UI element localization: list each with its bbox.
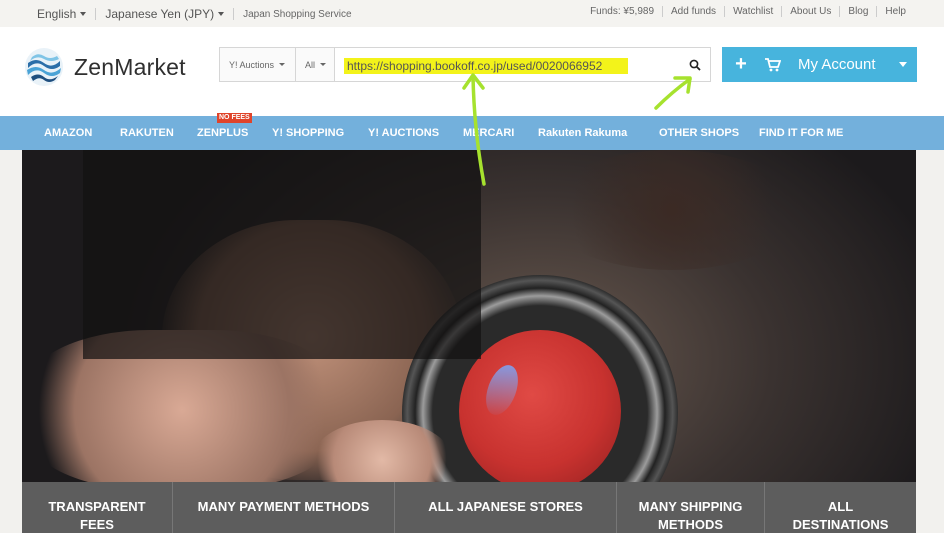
header: ZenMarket Y! Auctions All https://shoppi… xyxy=(0,27,944,116)
search-filter-select[interactable]: All xyxy=(296,48,335,81)
caret-down-icon xyxy=(218,12,225,16)
nav-item-y-auctions[interactable]: Y! AUCTIONS xyxy=(368,127,439,139)
main-nav: NO FEES AMAZON RAKUTEN ZENPLUS Y! SHOPPI… xyxy=(0,113,944,150)
features-bar: TRANSPARENT FEES MANY PAYMENT METHODS AL… xyxy=(22,482,916,533)
add-funds-link[interactable]: Add funds xyxy=(663,6,726,17)
funds-link[interactable]: Funds: ¥5,989 xyxy=(582,6,664,17)
nav-item-y-shopping[interactable]: Y! SHOPPING xyxy=(272,127,344,139)
lens-glass xyxy=(459,330,621,482)
feature-japanese-stores: ALL JAPANESE STORES xyxy=(395,482,617,533)
logo[interactable]: ZenMarket xyxy=(24,47,186,87)
feature-shipping-methods: MANY SHIPPING METHODS xyxy=(617,482,765,533)
language-select[interactable]: English xyxy=(37,7,87,21)
service-label: Japan Shopping Service xyxy=(243,8,352,20)
feature-transparent-fees: TRANSPARENT FEES xyxy=(22,482,173,533)
nav-item-mercari[interactable]: MERCARI xyxy=(463,127,514,139)
hero-overlay-panel xyxy=(83,150,481,359)
nav-item-other-shops[interactable]: OTHER SHOPS xyxy=(659,127,739,139)
hero-banner xyxy=(22,150,916,482)
caret-down-icon[interactable] xyxy=(899,62,907,67)
search-filter-label: All xyxy=(305,59,316,70)
currency-label: Japanese Yen (JPY) xyxy=(105,7,215,21)
no-fees-badge: NO FEES xyxy=(217,113,252,123)
language-label: English xyxy=(37,7,77,21)
search-input-value: https://shopping.bookoff.co.jp/used/0020… xyxy=(347,59,603,73)
caret-down-icon xyxy=(279,63,286,66)
help-link[interactable]: Help xyxy=(877,6,906,17)
feature-all-destinations: ALL DESTINATIONS xyxy=(792,499,889,532)
nav-item-rakuten-rakuma[interactable]: Rakuten Rakuma xyxy=(538,127,627,139)
nav-item-rakuten[interactable]: RAKUTEN xyxy=(120,127,174,139)
top-bar: English Japanese Yen (JPY) Japan Shoppin… xyxy=(0,0,944,27)
plus-icon[interactable]: + xyxy=(722,53,760,76)
search-button[interactable] xyxy=(680,48,710,81)
cart-icon[interactable] xyxy=(760,57,786,72)
currency-select[interactable]: Japanese Yen (JPY) xyxy=(105,7,225,21)
blog-link[interactable]: Blog xyxy=(840,6,878,17)
search-input[interactable]: https://shopping.bookoff.co.jp/used/0020… xyxy=(335,48,680,81)
nav-item-amazon[interactable]: AMAZON xyxy=(44,127,92,139)
watchlist-link[interactable]: Watchlist xyxy=(725,6,783,17)
nav-item-zenplus[interactable]: ZENPLUS xyxy=(197,127,248,139)
search-category-label: Y! Auctions xyxy=(229,59,275,70)
feature-payment-methods: MANY PAYMENT METHODS xyxy=(173,482,395,533)
caret-down-icon xyxy=(80,12,87,16)
about-us-link[interactable]: About Us xyxy=(782,6,841,17)
caret-down-icon xyxy=(320,63,327,66)
account-label: My Account xyxy=(798,56,876,73)
search-category-select[interactable]: Y! Auctions xyxy=(220,48,296,81)
search-icon xyxy=(689,59,701,71)
account-button[interactable]: + My Account xyxy=(722,47,917,82)
nav-item-find-it-for-me[interactable]: FIND IT FOR ME xyxy=(759,127,843,139)
search-bar: Y! Auctions All https://shopping.bookoff… xyxy=(219,47,711,82)
logo-icon xyxy=(25,48,63,86)
logo-text: ZenMarket xyxy=(74,53,186,80)
